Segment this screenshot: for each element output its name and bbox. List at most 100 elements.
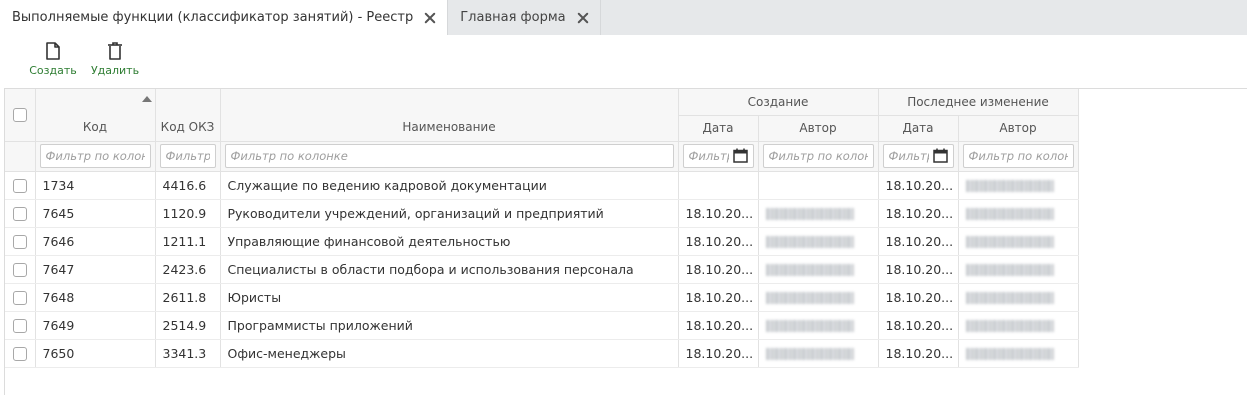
redacted-author xyxy=(965,264,1054,276)
grid-body: 1734 4416.6 Служащие по ведению кадровой д… xyxy=(5,171,1079,368)
table-row[interactable]: 7646 1211.1 Управляющие финансовой деятель… xyxy=(5,227,1079,256)
filter-input-name[interactable] xyxy=(224,144,674,168)
row-checkbox-cell xyxy=(5,171,36,200)
row-checkbox[interactable] xyxy=(12,234,27,249)
filter-input-code[interactable] xyxy=(39,144,151,168)
row-checkbox[interactable] xyxy=(12,178,27,193)
cell-created-date: 18.10.20... xyxy=(678,339,759,368)
redacted-author xyxy=(765,292,854,304)
cell-created-date: 18.10.20... xyxy=(678,283,759,312)
column-header-created-date[interactable]: Дата xyxy=(678,115,759,142)
header-label: Код xyxy=(82,119,108,134)
table-row[interactable]: 7650 3341.3 Офис-менеджеры 18.10.20... 18.10… xyxy=(5,339,1079,368)
row-checkbox-cell xyxy=(5,255,36,284)
row-checkbox[interactable] xyxy=(12,346,27,361)
cell-okz: 4416.6 xyxy=(155,171,221,200)
cell-created-date: 18.10.20... xyxy=(678,311,759,340)
column-group-creation: Создание xyxy=(678,89,879,116)
table-row[interactable]: 7649 2514.9 Программисты приложений 18.10.2… xyxy=(5,311,1079,340)
redacted-author xyxy=(765,320,854,332)
cell-code: 7647 xyxy=(35,255,156,284)
filter-spacer xyxy=(5,141,36,172)
group-label: Последнее изменение xyxy=(907,94,1049,109)
cell-changed-date: 18.10.20... xyxy=(878,311,959,340)
cell-changed-author xyxy=(958,283,1079,312)
create-label: Создать xyxy=(29,64,77,77)
cell-changed-author xyxy=(958,255,1079,284)
select-all-checkbox[interactable] xyxy=(12,108,27,122)
filter-input-okz[interactable] xyxy=(159,144,216,168)
header-label: Дата xyxy=(702,121,734,135)
cell-created-author xyxy=(758,339,879,368)
redacted-author xyxy=(965,236,1054,248)
column-header-changed-author[interactable]: Автор xyxy=(958,115,1079,142)
row-checkbox[interactable] xyxy=(12,262,27,277)
row-checkbox[interactable] xyxy=(12,206,27,221)
header-label: Автор xyxy=(799,121,837,135)
cell-name: Юристы xyxy=(220,283,679,312)
filter-cell xyxy=(678,141,759,172)
filter-input-created-author[interactable] xyxy=(762,144,874,168)
row-checkbox[interactable] xyxy=(12,290,27,305)
row-checkbox[interactable] xyxy=(12,318,27,333)
cell-okz: 1120.9 xyxy=(155,199,221,228)
column-group-last-change: Последнее изменение xyxy=(878,89,1079,116)
cell-changed-author xyxy=(958,311,1079,340)
create-button[interactable]: Создать xyxy=(22,35,84,88)
table-row[interactable]: 1734 4416.6 Служащие по ведению кадровой д… xyxy=(5,171,1079,200)
cell-created-author xyxy=(758,171,879,200)
date-filter xyxy=(882,144,954,168)
redacted-author xyxy=(965,348,1054,360)
cell-created-author xyxy=(758,199,879,228)
column-header-changed-date[interactable]: Дата xyxy=(878,115,959,142)
cell-okz: 2514.9 xyxy=(155,311,221,340)
data-grid: Код Код ОКЗ Наименование Создание Послед… xyxy=(4,88,1247,395)
cell-okz: 1211.1 xyxy=(155,227,221,256)
close-icon[interactable] xyxy=(423,11,437,25)
header-label: Дата xyxy=(902,121,934,135)
column-header-created-author[interactable]: Автор xyxy=(758,115,879,142)
cell-changed-date: 18.10.20... xyxy=(878,199,959,228)
calendar-icon[interactable] xyxy=(932,148,948,163)
cell-created-date: 18.10.20... xyxy=(678,199,759,228)
close-icon[interactable] xyxy=(576,11,590,25)
select-all-cell xyxy=(5,89,36,142)
cell-code: 7645 xyxy=(35,199,156,228)
redacted-author xyxy=(765,348,854,360)
cell-changed-author xyxy=(958,199,1079,228)
redacted-author xyxy=(765,236,854,248)
cell-name: Служащие по ведению кадровой документаци… xyxy=(220,171,679,200)
cell-created-author xyxy=(758,311,879,340)
date-filter xyxy=(682,144,754,168)
cell-okz: 2611.8 xyxy=(155,283,221,312)
row-checkbox-cell xyxy=(5,199,36,228)
table-row[interactable]: 7645 1120.9 Руководители учреждений, орган… xyxy=(5,199,1079,228)
cell-okz: 2423.6 xyxy=(155,255,221,284)
cell-name: Руководители учреждений, организаций и п… xyxy=(220,199,679,228)
delete-label: Удалить xyxy=(90,64,140,77)
row-checkbox-cell xyxy=(5,339,36,368)
header-label: Код ОКЗ xyxy=(160,119,215,134)
cell-changed-date: 18.10.20... xyxy=(878,339,959,368)
cell-code: 1734 xyxy=(35,171,156,200)
tab-bar: Выполняемые функции (классификатор занят… xyxy=(0,0,1247,35)
column-header-okz[interactable]: Код ОКЗ xyxy=(155,89,221,142)
header-label: Наименование xyxy=(402,119,496,134)
toolbar: Создать Удалить xyxy=(0,35,1247,88)
column-header-code[interactable]: Код xyxy=(35,89,156,142)
cell-changed-date: 18.10.20... xyxy=(878,255,959,284)
filter-cell xyxy=(958,141,1079,172)
table-row[interactable]: 7648 2611.8 Юристы 18.10.20... 18.10.20... xyxy=(5,283,1079,312)
tab-registry[interactable]: Выполняемые функции (классификатор занят… xyxy=(0,0,449,35)
filter-cell xyxy=(220,141,679,172)
delete-button[interactable]: Удалить xyxy=(84,35,146,88)
cell-changed-author xyxy=(958,171,1079,200)
filter-input-changed-author[interactable] xyxy=(962,144,1074,168)
calendar-icon[interactable] xyxy=(732,148,748,163)
column-header-name[interactable]: Наименование xyxy=(220,89,679,142)
cell-name: Программисты приложений xyxy=(220,311,679,340)
table-row[interactable]: 7647 2423.6 Специалисты в области подбора … xyxy=(5,255,1079,284)
tab-main-form[interactable]: Главная форма xyxy=(448,0,601,35)
grid-table: Код Код ОКЗ Наименование Создание Послед… xyxy=(5,89,1079,368)
filter-cell xyxy=(155,141,221,172)
